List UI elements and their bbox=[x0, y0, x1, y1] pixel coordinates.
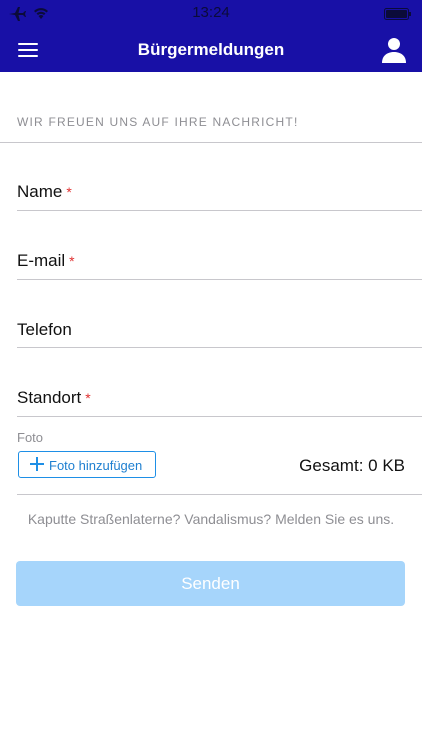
photo-label: Foto bbox=[17, 430, 44, 445]
name-field[interactable]: Name * bbox=[17, 182, 422, 212]
phone-underline bbox=[17, 347, 422, 348]
add-photo-label: Foto hinzufügen bbox=[49, 458, 143, 473]
email-label: E-mail * bbox=[17, 251, 75, 271]
required-marker: * bbox=[69, 253, 75, 269]
phone-label: Telefon bbox=[17, 320, 72, 340]
form-hint: Kaputte Straßenlaterne? Vandalismus? Mel… bbox=[27, 511, 395, 527]
plus-icon bbox=[30, 457, 44, 471]
top-bar: 13:24 Bürgermeldungen bbox=[0, 0, 422, 72]
battery-icon bbox=[384, 8, 411, 20]
name-underline bbox=[17, 210, 422, 211]
section-divider bbox=[0, 142, 422, 143]
phone-field[interactable]: Telefon bbox=[17, 320, 422, 350]
app-screen: 13:24 Bürgermeldungen WIR FREUEN UNS AUF… bbox=[0, 0, 422, 750]
phone-label-text: Telefon bbox=[17, 320, 72, 339]
total-size: Gesamt: 0 KB bbox=[299, 456, 405, 475]
location-label: Standort * bbox=[17, 388, 91, 408]
location-underline bbox=[17, 416, 422, 417]
name-label-text: Name bbox=[17, 182, 63, 201]
required-marker: * bbox=[85, 390, 91, 406]
user-icon[interactable] bbox=[380, 36, 408, 64]
form-section-header: WIR FREUEN UNS AUF IHRE NACHRICHT! bbox=[17, 115, 299, 129]
email-field[interactable]: E-mail * bbox=[17, 251, 422, 281]
status-time: 13:24 bbox=[192, 4, 230, 21]
location-field[interactable]: Standort * bbox=[17, 388, 422, 418]
photo-divider bbox=[17, 494, 422, 495]
navigation-bar: Bürgermeldungen bbox=[0, 28, 422, 72]
add-photo-button[interactable]: Foto hinzufügen bbox=[18, 451, 156, 478]
location-label-text: Standort bbox=[17, 388, 82, 407]
email-label-text: E-mail bbox=[17, 251, 66, 270]
page-title: Bürgermeldungen bbox=[137, 40, 285, 59]
send-button[interactable]: Senden bbox=[16, 561, 405, 606]
email-underline bbox=[17, 279, 422, 280]
status-bar: 13:24 bbox=[0, 0, 422, 28]
name-label: Name * bbox=[17, 182, 72, 202]
required-marker: * bbox=[66, 184, 72, 200]
